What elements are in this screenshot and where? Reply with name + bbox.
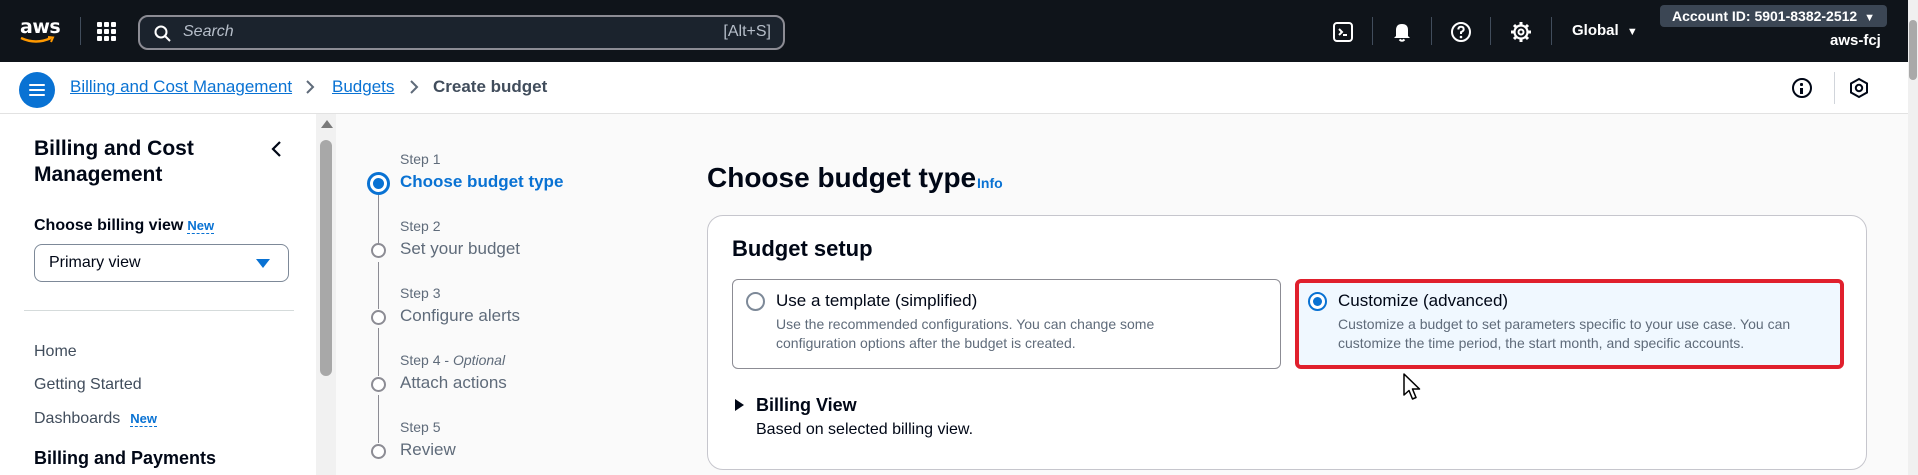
sidebar-item-label: Dashboards xyxy=(34,410,121,427)
billing-view-label: Choose billing view New xyxy=(34,217,215,235)
step-4-optional: Optional xyxy=(452,352,506,368)
billing-view-label-text: Choose billing view xyxy=(34,217,184,234)
step-3-label: Step 3 xyxy=(400,285,441,301)
step-connector xyxy=(378,262,379,309)
breadcrumb-billing[interactable]: Billing and Cost Management xyxy=(70,77,292,97)
notifications-hex-icon[interactable] xyxy=(1848,77,1870,99)
step-1-label: Step 1 xyxy=(400,151,441,167)
sidebar-item-dashboards[interactable]: Dashboards New xyxy=(34,410,158,428)
step-pending-icon xyxy=(371,310,386,325)
user-menu[interactable]: aws-fcj xyxy=(1830,32,1881,49)
step-active-icon xyxy=(367,172,390,195)
new-badge[interactable]: New xyxy=(130,411,158,427)
option-desc-line-1: Customize a budget to set parameters spe… xyxy=(1338,316,1791,332)
sidebar-title: Billing and Cost Management xyxy=(34,137,194,186)
sidebar-item-getting-started[interactable]: Getting Started xyxy=(34,376,142,394)
info-link[interactable]: Info xyxy=(977,175,1003,191)
search-placeholder: Search xyxy=(183,23,234,40)
gear-icon[interactable] xyxy=(1509,20,1533,44)
scrollbar-thumb[interactable] xyxy=(320,140,332,376)
chevron-right-icon xyxy=(306,80,315,94)
option-desc-line-1: Use the recommended configurations. You … xyxy=(776,316,1155,332)
scroll-up-icon[interactable] xyxy=(321,120,333,128)
breadcrumb-budgets[interactable]: Budgets xyxy=(332,77,394,97)
step-5-title: Review xyxy=(400,440,456,459)
step-pending-icon xyxy=(371,377,386,392)
step-2-label: Step 2 xyxy=(400,218,441,234)
top-navigation: aws Search [Alt+S] Global ▼ Account ID: … xyxy=(0,0,1918,62)
option-title: Customize (advanced) xyxy=(1338,291,1509,310)
nav-divider xyxy=(1372,17,1373,45)
account-menu[interactable]: Account ID: 5901-8382-2512 ▼ xyxy=(1660,5,1887,27)
bell-icon[interactable] xyxy=(1390,20,1414,44)
account-id: Account ID: 5901-8382-2512 xyxy=(1672,8,1858,24)
mouse-cursor-icon xyxy=(1403,373,1421,400)
scrollbar-thumb[interactable] xyxy=(1909,20,1917,80)
new-badge[interactable]: New xyxy=(187,218,215,234)
divider xyxy=(24,310,294,311)
sidebar-section-billing-payments[interactable]: Billing and Payments xyxy=(34,448,216,469)
info-panel-icon[interactable] xyxy=(1792,78,1812,98)
caret-down-icon: ▼ xyxy=(1626,26,1638,38)
billing-view-select[interactable]: Primary view xyxy=(34,244,289,282)
caret-down-icon: ▼ xyxy=(1864,12,1875,24)
search-input[interactable]: Search [Alt+S] xyxy=(138,15,785,50)
option-desc-line-2: customize the time period, the start mon… xyxy=(1338,335,1745,351)
option-desc-line-2: configuration options after the budget i… xyxy=(776,335,1076,351)
nav-divider xyxy=(80,17,81,45)
panel-title: Budget setup xyxy=(732,236,873,261)
step-1-title[interactable]: Choose budget type xyxy=(400,172,563,192)
breadcrumb-current: Create budget xyxy=(433,77,548,96)
step-4-title: Attach actions xyxy=(400,373,507,392)
sidebar-scrollbar[interactable] xyxy=(316,114,336,475)
nav-divider xyxy=(1551,17,1552,45)
search-shortcut: [Alt+S] xyxy=(723,23,771,40)
billing-view-value: Primary view xyxy=(49,254,141,271)
option-customize-tile[interactable]: Customize (advanced) Customize a budget … xyxy=(1295,279,1844,369)
aws-logo[interactable]: aws xyxy=(20,16,61,45)
step-pending-icon xyxy=(371,243,386,258)
breadcrumb-bar: Billing and Cost Management Budgets Crea… xyxy=(0,62,1908,114)
billing-view-expander[interactable]: Billing View xyxy=(756,395,857,416)
page-title: Choose budget type xyxy=(707,162,977,193)
aws-logo-text: aws xyxy=(20,16,61,38)
billing-view-description: Based on selected billing view. xyxy=(756,421,974,438)
side-menu-button[interactable] xyxy=(19,72,55,108)
chevron-right-icon xyxy=(410,80,419,94)
caret-right-icon[interactable] xyxy=(735,399,744,411)
nav-divider xyxy=(1431,17,1432,45)
search-icon xyxy=(154,25,171,42)
help-icon[interactable] xyxy=(1449,20,1473,44)
step-2-title: Set your budget xyxy=(400,239,521,258)
step-connector xyxy=(378,395,379,443)
caret-down-icon xyxy=(256,259,270,268)
divider xyxy=(1834,72,1835,104)
radio-button[interactable] xyxy=(746,292,765,311)
option-template-tile[interactable]: Use a template (simplified) Use the reco… xyxy=(732,279,1281,369)
radio-button-selected[interactable] xyxy=(1308,292,1327,311)
budget-setup-panel: Budget setup Use a template (simplified)… xyxy=(707,215,1867,470)
collapse-sidebar-icon[interactable] xyxy=(268,140,286,158)
region-label: Global xyxy=(1572,22,1619,39)
services-grid-icon[interactable] xyxy=(97,22,117,42)
step-4-label-text: Step 4 xyxy=(400,352,441,368)
step-connector xyxy=(378,328,379,376)
region-selector[interactable]: Global ▼ xyxy=(1572,22,1638,39)
option-title: Use a template (simplified) xyxy=(776,291,978,310)
step-5-label: Step 5 xyxy=(400,419,441,435)
step-connector xyxy=(378,195,379,243)
aws-smile-icon xyxy=(20,36,55,43)
step-pending-icon xyxy=(371,444,386,459)
cloudshell-icon[interactable] xyxy=(1331,20,1355,44)
step-3-title: Configure alerts xyxy=(400,306,521,325)
step-4-label: Step 4 - Optional xyxy=(400,352,506,368)
nav-divider xyxy=(1490,17,1491,45)
sidebar-item-home[interactable]: Home xyxy=(34,343,77,361)
side-navigation: Billing and Cost Management Choose billi… xyxy=(0,114,316,475)
page-scrollbar[interactable] xyxy=(1908,0,1918,475)
